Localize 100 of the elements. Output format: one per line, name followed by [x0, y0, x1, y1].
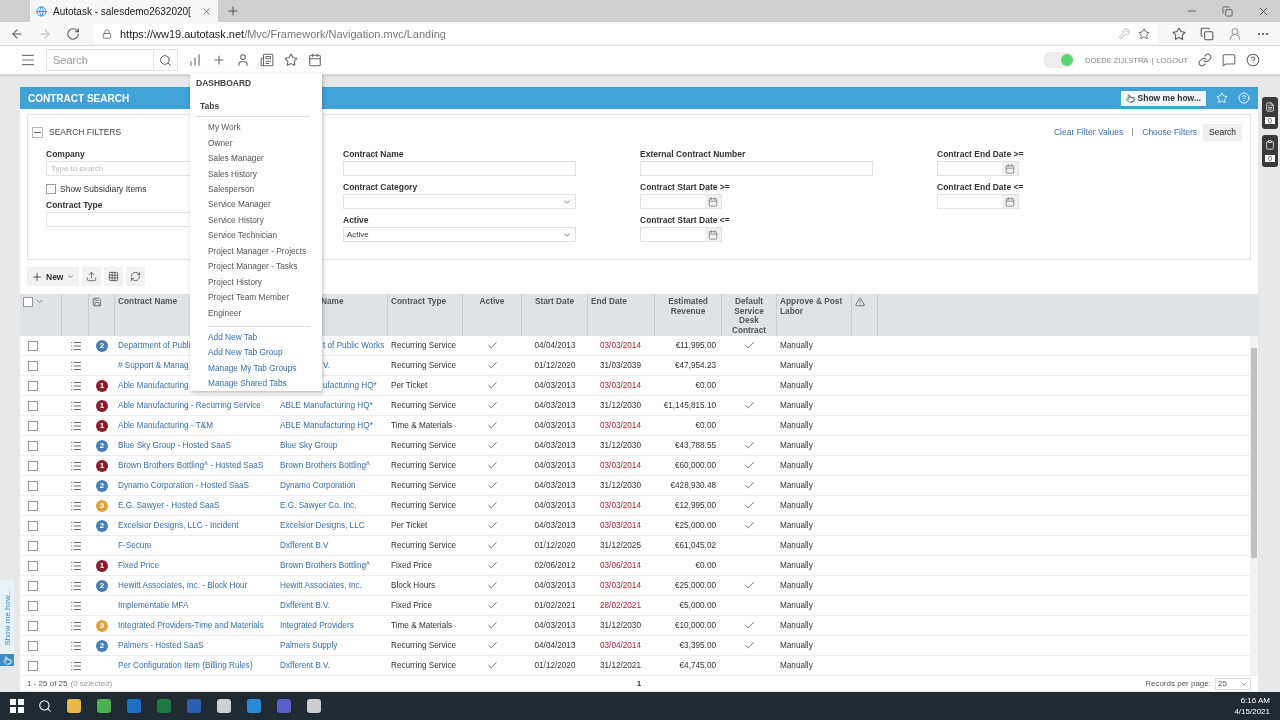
row-checkbox[interactable]: [28, 480, 38, 491]
calendar-icon[interactable]: [1005, 163, 1015, 174]
back-icon[interactable]: [10, 26, 24, 41]
menu-item[interactable]: Salesperson: [208, 181, 255, 197]
row-checkbox[interactable]: [28, 340, 38, 351]
row-checkbox[interactable]: [28, 560, 38, 571]
star-icon[interactable]: [1138, 27, 1150, 40]
date-field[interactable]: [640, 194, 722, 209]
per-page-select[interactable]: 25: [1215, 677, 1251, 690]
contract-link[interactable]: Per Configuration Item (Billing Rules): [118, 661, 253, 670]
search-field[interactable]: Search: [46, 49, 154, 71]
menu-item[interactable]: My Work: [208, 119, 241, 135]
calendar-icon[interactable]: [708, 229, 718, 240]
company-link[interactable]: t of Public Works: [323, 341, 385, 350]
save-icon[interactable]: [92, 297, 102, 307]
search-button[interactable]: Search: [1203, 123, 1242, 141]
row-checkbox[interactable]: [28, 580, 38, 591]
column-header[interactable]: Contract Name: [118, 297, 177, 307]
columns-button[interactable]: [104, 267, 124, 286]
company-link[interactable]: ABLE Manufacturing HQ*: [280, 401, 373, 410]
list-icon[interactable]: [69, 619, 82, 632]
calendar-icon[interactable]: [1005, 196, 1015, 207]
column-header[interactable]: Active: [479, 297, 505, 307]
row-checkbox[interactable]: [28, 500, 38, 511]
company-link[interactable]: Excelsior Designs, LLC: [280, 521, 365, 530]
contract-link[interactable]: Fixed Price: [118, 561, 159, 570]
text-field[interactable]: [640, 161, 873, 176]
row-checkbox[interactable]: [28, 640, 38, 651]
list-icon[interactable]: [69, 599, 82, 612]
date-field[interactable]: [937, 194, 1019, 209]
close-icon[interactable]: [201, 5, 212, 17]
contract-link[interactable]: Blue Sky Group - Hosted SaaS: [118, 441, 231, 450]
menu-link[interactable]: Manage My Tab Groups: [208, 360, 297, 376]
row-checkbox[interactable]: [28, 460, 38, 471]
company-link[interactable]: Palmers Supply: [280, 641, 338, 650]
row-checkbox[interactable]: [28, 660, 38, 671]
row-checkbox[interactable]: [28, 600, 38, 611]
card-icon[interactable]: [260, 53, 274, 67]
filter-link[interactable]: Choose Filters: [1142, 127, 1198, 137]
person-icon[interactable]: [236, 53, 250, 67]
export-button[interactable]: [82, 267, 102, 286]
contract-link[interactable]: Brown Brothers Bottling^ - Hosted SaaS: [118, 461, 264, 470]
contract-link[interactable]: Palmers - Hosted SaaS: [118, 641, 204, 650]
chart-icon[interactable]: [188, 53, 202, 67]
row-checkbox[interactable]: [28, 440, 38, 451]
list-icon[interactable]: [69, 479, 82, 492]
list-icon[interactable]: [69, 419, 82, 432]
caret-icon[interactable]: [35, 297, 44, 306]
show-me-how-button[interactable]: Show me how...: [1120, 90, 1206, 106]
list-icon[interactable]: [69, 579, 82, 592]
app-icon[interactable]: [216, 698, 232, 714]
company-link[interactable]: E.G. Sawyer Co. Inc.: [280, 501, 357, 510]
company-link[interactable]: ufacturing HQ*: [323, 381, 377, 390]
side-help-tab[interactable]: Show me how...: [0, 580, 14, 654]
contract-link[interactable]: Implementatie MFA: [118, 601, 189, 610]
company-link[interactable]: Blue Sky Group: [280, 441, 338, 450]
menu-item[interactable]: Project Manager - Projects: [208, 243, 307, 259]
new-button[interactable]: New: [27, 267, 80, 286]
contract-link[interactable]: Able Manufacturing: [118, 381, 189, 390]
status-toggle[interactable]: [1043, 52, 1076, 68]
list-icon[interactable]: [69, 459, 82, 472]
row-checkbox[interactable]: [28, 420, 38, 431]
menu-item[interactable]: Project History: [208, 273, 262, 290]
contract-link[interactable]: Department of Publi: [118, 341, 191, 350]
company-link[interactable]: V.: [323, 361, 330, 370]
calendar-icon[interactable]: [308, 53, 322, 67]
column-header[interactable]: Name: [321, 297, 344, 307]
text-field[interactable]: [343, 161, 576, 176]
app-icon[interactable]: [66, 698, 82, 714]
checkbox[interactable]: [46, 184, 56, 194]
company-link[interactable]: Brown Brothers Bottling^: [280, 461, 370, 470]
contract-link[interactable]: # Support & Manag: [118, 361, 189, 370]
select-field[interactable]: [343, 194, 576, 209]
chat-icon[interactable]: [1222, 53, 1236, 67]
add-icon[interactable]: [212, 53, 226, 67]
column-header[interactable]: End Date: [591, 297, 627, 307]
company-link[interactable]: Hewitt Associates, Inc.: [280, 581, 362, 590]
menu-link[interactable]: Add New Tab Group: [208, 344, 283, 361]
date-field[interactable]: [640, 227, 722, 242]
menu-item[interactable]: Project Manager - Tasks: [208, 258, 298, 274]
list-icon[interactable]: [69, 359, 82, 372]
filter-link[interactable]: Clear Filter Values: [1053, 127, 1124, 137]
contract-link[interactable]: Excelsior Designs, LLC - Incident: [118, 521, 239, 530]
reload-icon[interactable]: [66, 26, 80, 41]
select-field[interactable]: Active: [343, 227, 576, 242]
company-link[interactable]: Brown Brothers Bottling^: [280, 561, 370, 570]
row-checkbox[interactable]: [28, 360, 38, 371]
page-number[interactable]: 1: [636, 679, 642, 688]
calendar-icon[interactable]: [708, 196, 718, 207]
company-link[interactable]: Integrated Providers: [280, 621, 354, 630]
list-icon[interactable]: [69, 639, 82, 652]
search-icon[interactable]: [38, 699, 52, 713]
list-icon[interactable]: [69, 399, 82, 412]
company-link[interactable]: Dxfferent B.V.: [280, 601, 331, 610]
row-checkbox[interactable]: [28, 400, 38, 411]
list-icon[interactable]: [69, 339, 82, 352]
row-checkbox[interactable]: [28, 520, 38, 531]
list-icon[interactable]: [69, 539, 82, 552]
contract-link[interactable]: F-Secure: [118, 541, 152, 550]
list-icon[interactable]: [69, 559, 82, 572]
